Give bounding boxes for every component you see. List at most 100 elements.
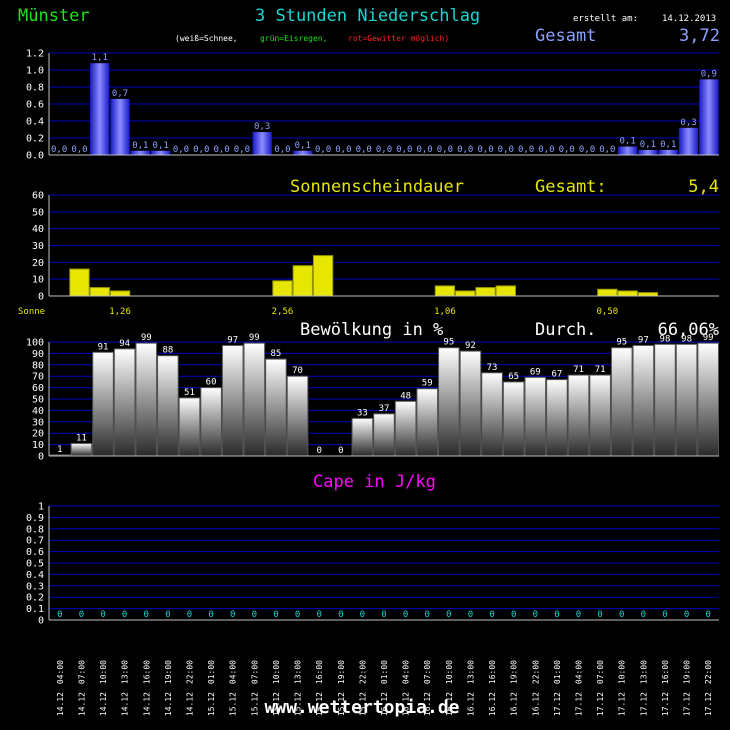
time-label-date: 17.12: [596, 692, 605, 716]
time-label-hour: 04:00: [402, 660, 411, 684]
time-label-hour: 07:00: [596, 660, 605, 684]
cape-data-label: 0: [252, 610, 257, 620]
cape-ytick-label: 0.7: [26, 536, 44, 547]
cape-data-label: 0: [446, 610, 451, 620]
precip-chart: 0.0 0.2 0.4 0.6 0.8 1.0 1.2 0,0 0,0 1,1 0,7 0,1 0,1 0…: [26, 49, 719, 162]
sunshine-bar: [434, 285, 456, 297]
time-label-date: 17.12: [704, 692, 713, 716]
cape-title: Cape in J/kg: [313, 472, 436, 492]
precipitation-bar: [293, 150, 313, 155]
precipitation-data-label: 0,0: [416, 145, 432, 155]
cape-data-label: 0: [576, 610, 581, 620]
precipitation-data-label: 0,3: [680, 118, 696, 128]
time-label-date: 15.12: [229, 692, 238, 716]
precipitation-bar: [699, 79, 719, 155]
cape-ytick-label: 1: [38, 502, 44, 513]
time-label-date: 17.12: [618, 692, 627, 716]
precipitation-ytick-label: 0.6: [26, 100, 44, 111]
cape-data-label: 0: [230, 610, 235, 620]
cape-ytick-label: 0.6: [26, 547, 44, 558]
precipitation-bar: [151, 150, 171, 155]
cloud_cover-bar: [394, 400, 417, 457]
precipitation-data-label: 0,0: [51, 145, 67, 155]
cloud_cover-data-label: 97: [638, 335, 649, 345]
time-label-date: 14.12: [164, 692, 173, 716]
cloud-titles: Bewölkung in % Durch. 66,06%: [300, 320, 719, 340]
cape-data-label: 0: [554, 610, 559, 620]
cape-data-label: 0: [273, 610, 278, 620]
legend-white: (weiß=Schnee,: [175, 34, 238, 43]
cloud_cover-bar: [481, 372, 503, 457]
cloud_cover-data-label: 95: [616, 338, 627, 348]
cloud_cover-data-label: 71: [595, 365, 606, 375]
cape-data-label: 0: [295, 610, 300, 620]
cloud_cover-ytick-label: 40: [32, 406, 44, 417]
cloud_cover-bar: [610, 347, 633, 457]
legend-green: grün=Eisregen,: [260, 34, 327, 43]
cloud_cover-bar: [438, 347, 460, 457]
time-label-hour: 10:00: [445, 660, 454, 684]
cape-data-label: 0: [100, 610, 105, 620]
time-label-hour: 19:00: [164, 660, 173, 684]
cape-data-label: 0: [662, 610, 667, 620]
time-label-date: 14.12: [142, 692, 151, 716]
cape-ytick-label: 0.1: [26, 604, 44, 615]
time-label-hour: 07:00: [77, 660, 86, 684]
cloud_cover-bar: [459, 350, 482, 457]
cloud_cover-bar: [286, 375, 309, 457]
precipitation-bar: [678, 127, 699, 155]
precipitation-data-label: 0,9: [701, 69, 717, 79]
cape-ytick-label: 0.9: [26, 513, 44, 524]
precipitation-bar: [658, 149, 678, 155]
time-label-date: 14.12: [77, 692, 86, 716]
sunshine-bar: [637, 292, 659, 297]
cloud_cover-data-label: 0: [316, 446, 321, 456]
cloud-avg-label: Durch.: [535, 320, 596, 340]
cloud_cover-ytick-label: 90: [32, 349, 44, 360]
sunshine-bars: [69, 255, 659, 297]
time-label-hour: 19:00: [337, 660, 346, 684]
sunshine-bar: [617, 290, 638, 297]
time-label-date: 15.12: [250, 692, 259, 716]
cape-data-label: 0: [533, 610, 538, 620]
precipitation-data-label: 0,0: [396, 145, 412, 155]
time-label-date: 16.12: [510, 692, 519, 716]
sunshine-total-value: 5,4: [688, 177, 719, 197]
time-label-hour: 22:00: [185, 660, 194, 684]
cloud_cover-ytick-label: 100: [26, 338, 44, 349]
cloud_cover-bar: [524, 376, 547, 457]
cloud_cover-data-label: 33: [357, 408, 368, 418]
time-label-hour: 10:00: [272, 660, 281, 684]
cloud_cover-data-label: 0: [338, 446, 343, 456]
cloud_cover-data-label: 99: [141, 333, 152, 343]
precipitation-data-label: 0,0: [559, 145, 575, 155]
precipitation-data-label: 0,0: [518, 145, 534, 155]
cloud_cover-bar: [157, 355, 179, 457]
precipitation-grid: [49, 52, 719, 156]
cloud_cover-ytick-label: 70: [32, 372, 44, 383]
cloud_cover-bar: [243, 342, 266, 457]
cloud_cover-data-label: 51: [184, 388, 195, 398]
sunshine-ytick-label: 0: [38, 292, 44, 303]
cloud_cover-bar: [135, 342, 158, 457]
precipitation-ytick-label: 0.2: [26, 134, 44, 145]
sunshine-chart: Sonnenscheindauer Gesamt: 5,4 Sonne 0 10 2…: [18, 177, 719, 317]
precipitation-bar: [130, 150, 151, 155]
sunshine-ytick-label: 60: [32, 191, 44, 202]
cloud_cover-data-label: 11: [76, 433, 87, 443]
cloud_cover-bar: [654, 343, 676, 457]
sunshine-bar: [475, 287, 496, 297]
cloud_cover-data-label: 70: [292, 366, 303, 376]
sunshine-bar: [495, 285, 516, 297]
sunshine-ytick-label: 50: [32, 207, 44, 218]
cloud_cover-ytick-label: 60: [32, 383, 44, 394]
cloud_cover-data-label: 94: [119, 339, 130, 349]
cloud_cover-bar: [697, 342, 719, 457]
time-label-date: 14.12: [121, 692, 130, 716]
cloud_cover-data-label: 1: [57, 445, 62, 455]
precipitation-data-label: 0,1: [153, 141, 169, 151]
cape-grid: [49, 505, 719, 621]
time-label-date: 16.12: [488, 692, 497, 716]
cloud_cover-bar: [416, 388, 439, 457]
sunshine-day-total: 0,50: [596, 307, 618, 317]
